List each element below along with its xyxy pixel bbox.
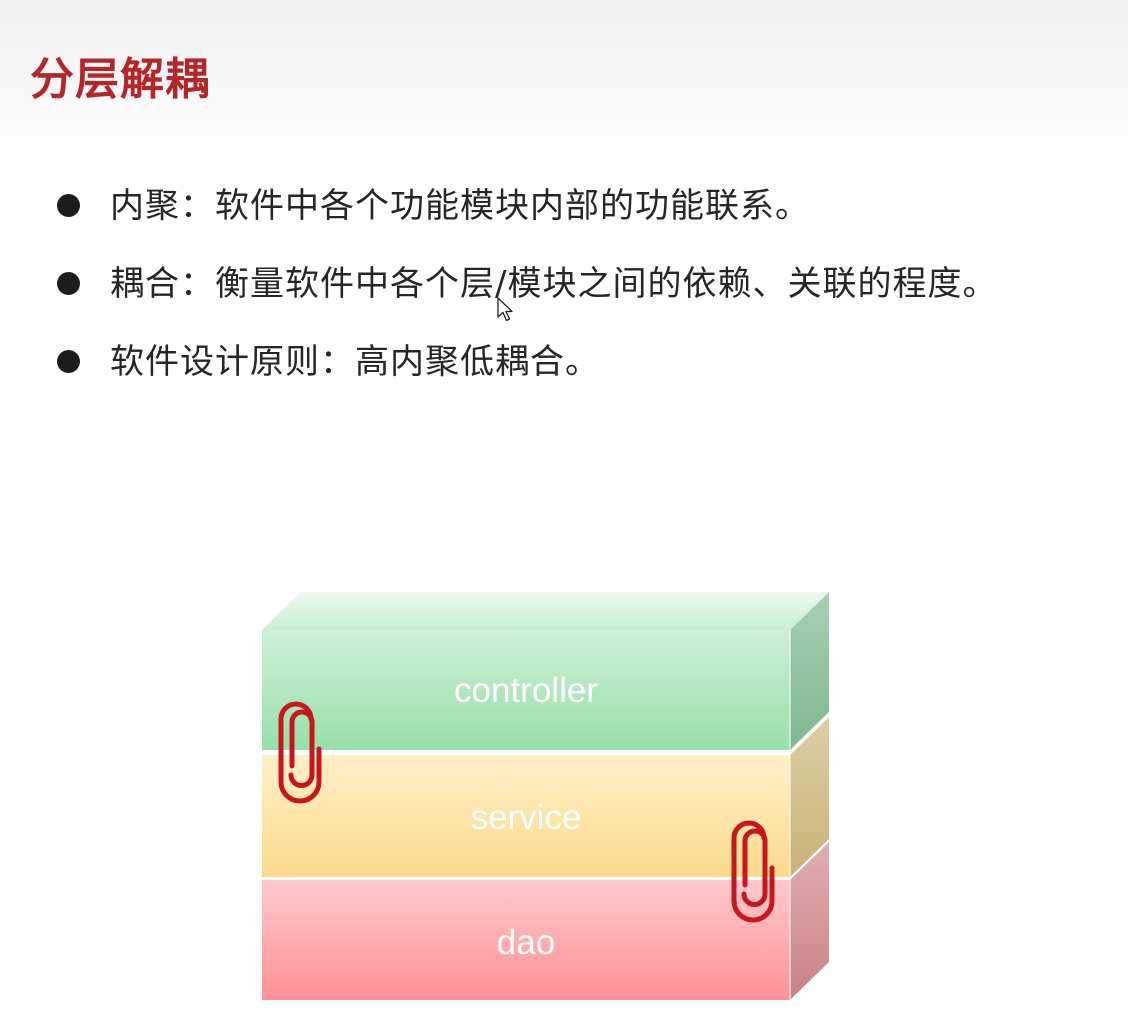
layer-stack-diagram [262,592,829,1000]
stack-top-face [262,592,829,630]
dao-layer-label: dao [496,923,556,962]
controller-layer-label: controller [454,671,598,710]
service-layer-label: service [470,798,582,837]
